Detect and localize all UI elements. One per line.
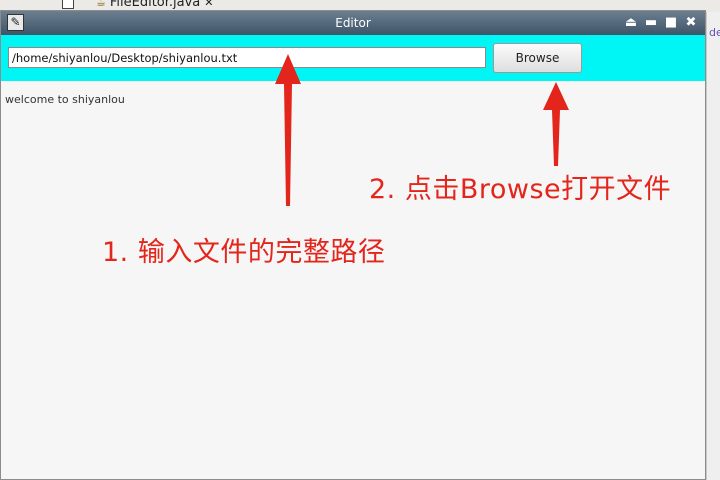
background-window-icon xyxy=(62,0,74,9)
background-tab-label: FileEditor.java xyxy=(109,0,201,10)
file-content-text: welcome to shiyanlou xyxy=(5,93,125,106)
window-title: Editor xyxy=(335,16,371,30)
close-icon[interactable]: ✖ xyxy=(683,15,699,31)
tab-close-icon[interactable]: ✕ xyxy=(204,0,213,9)
annotation-step-2: 2. 点击Browse打开文件 xyxy=(369,174,672,205)
minimize-icon[interactable]: ▬ xyxy=(643,15,659,31)
browse-button[interactable]: Browse xyxy=(493,43,582,73)
path-toolbar: Browse xyxy=(1,35,705,81)
arrow-up-to-path-input-icon xyxy=(275,54,301,206)
annotation-step-1: 1. 输入文件的完整路径 xyxy=(102,237,386,268)
arrow-up-to-browse-button-icon xyxy=(543,82,569,166)
file-path-input[interactable] xyxy=(8,47,486,68)
background-code-fragment: de xyxy=(709,26,720,39)
window-titlebar[interactable]: ✎ Editor ⏏ ▬ ■ ✖ xyxy=(1,11,705,35)
eject-icon[interactable]: ⏏ xyxy=(623,15,639,31)
maximize-icon[interactable]: ■ xyxy=(663,15,679,31)
java-file-icon: ☕ xyxy=(96,0,106,9)
file-content-area[interactable]: welcome to shiyanlou xyxy=(1,81,705,479)
background-code-pane: de xyxy=(706,12,720,480)
